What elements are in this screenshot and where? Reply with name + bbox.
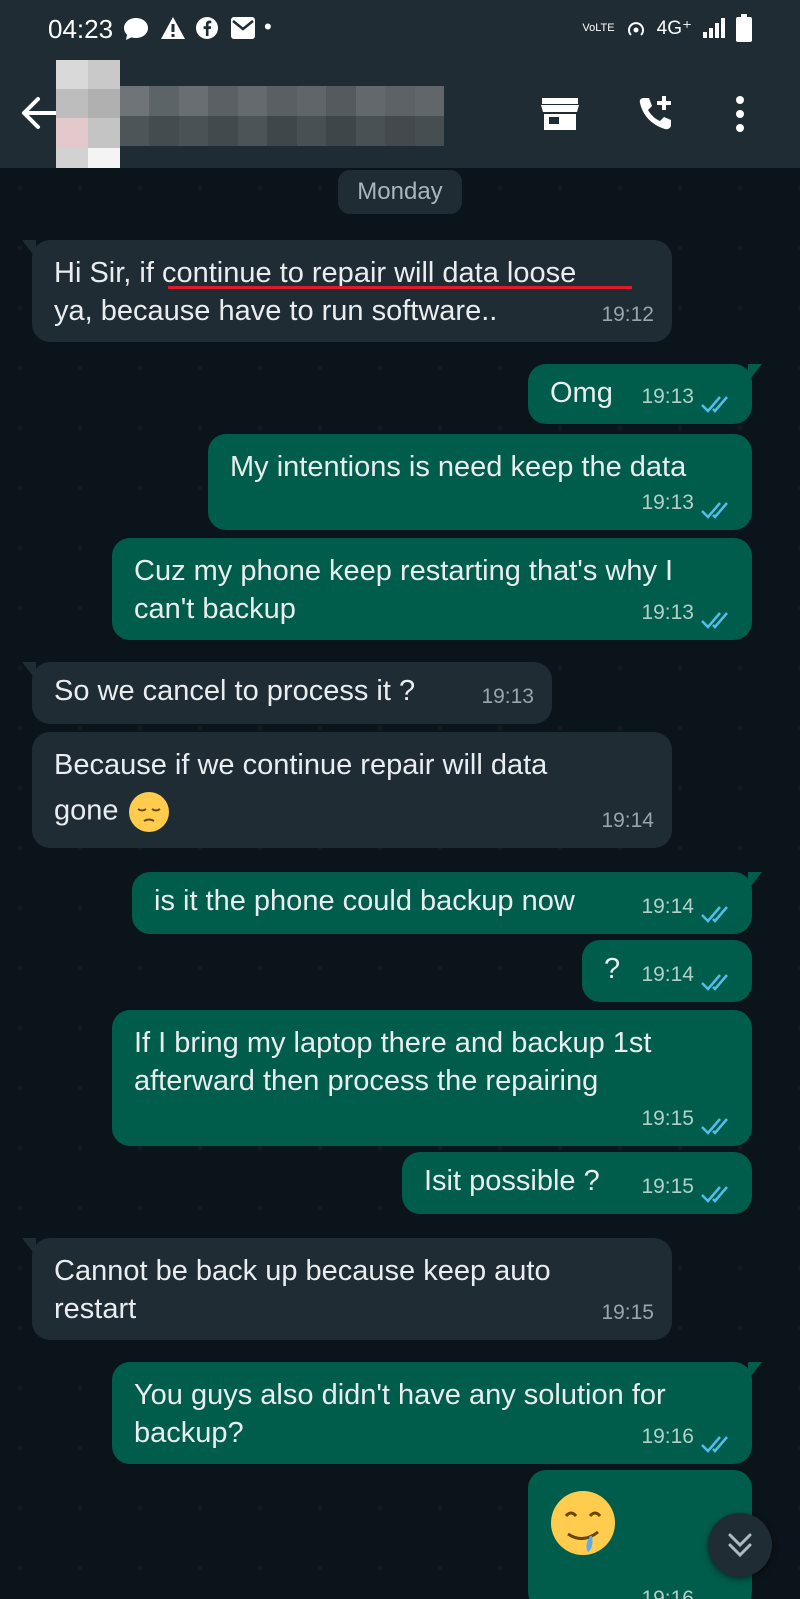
message-outgoing[interactable]: ? 19:14 (582, 940, 752, 1002)
drooling-face-emoji-icon (551, 1491, 615, 1555)
chat-header (0, 58, 800, 206)
message-incoming[interactable]: Hi Sir, if continue to repair will data … (22, 240, 672, 342)
message-text: ? (604, 953, 621, 985)
message-time: 19:13 (641, 601, 694, 624)
chat-area[interactable]: Monday Hi Sir, if continue to repair wil… (0, 168, 800, 1599)
message-time: 19:13 (641, 491, 694, 514)
message-text: Isit possible ? (424, 1165, 600, 1197)
message-time: 19:12 (601, 303, 654, 326)
message-text: Cannot be back up because keep auto rest… (54, 1255, 551, 1325)
message-outgoing[interactable]: Omg 19:13 (528, 364, 762, 424)
message-text: My intentions is need keep the data (230, 451, 687, 483)
message-time: 19:13 (641, 385, 694, 408)
message-text: Cuz my phone keep restarting that's why … (134, 555, 674, 625)
read-receipt-icon (701, 1436, 728, 1453)
scroll-to-bottom-button[interactable] (708, 1513, 772, 1577)
hotspot-icon (627, 22, 644, 36)
message-time: 19:14 (641, 963, 694, 986)
more-notifications-dot-icon: • (264, 14, 272, 39)
message-incoming[interactable]: Cannot be back up because keep auto rest… (22, 1238, 672, 1340)
message-outgoing[interactable]: You guys also didn't have any solution f… (112, 1362, 762, 1464)
volte-icon: VoLTE (582, 21, 615, 34)
status-bar: 04:23 • VoLTE 4G⁺ (0, 0, 800, 58)
message-text: Hi Sir, if continue to repair will data … (54, 257, 577, 327)
message-text: So we cancel to process it ? (54, 675, 416, 707)
message-incoming[interactable]: Because if we continue repair will data … (32, 732, 672, 848)
message-time: 19:14 (601, 809, 654, 832)
network-type: 4G⁺ (656, 17, 692, 39)
message-time: 19:16 (641, 1587, 694, 1599)
message-time: 19:15 (601, 1301, 654, 1324)
message-outgoing[interactable]: Isit possible ? 19:15 (402, 1152, 752, 1214)
status-right: VoLTE 4G⁺ (582, 14, 752, 42)
message-text: If I bring my laptop there and backup 1s… (134, 1027, 652, 1097)
read-receipt-icon (701, 974, 728, 991)
signal-icon (703, 18, 725, 38)
contact-name-redacted[interactable] (120, 86, 444, 146)
chat-notification-icon (124, 18, 148, 40)
mail-icon (231, 17, 255, 39)
date-divider: Monday (338, 170, 462, 214)
message-outgoing[interactable]: is it the phone could backup now 19:14 (132, 872, 762, 934)
message-text: Omg (550, 377, 613, 409)
message-incoming[interactable]: So we cancel to process it ? 19:13 (22, 662, 552, 724)
read-receipt-icon (701, 1118, 728, 1135)
message-outgoing[interactable]: My intentions is need keep the data 19:1… (208, 434, 752, 530)
message-text: is it the phone could backup now (154, 885, 575, 917)
store-icon[interactable] (538, 92, 582, 136)
message-time: 19:15 (641, 1175, 694, 1198)
read-receipt-icon (701, 1186, 728, 1203)
warning-icon (161, 17, 185, 39)
facebook-icon (196, 17, 218, 39)
message-text: You guys also didn't have any solution f… (134, 1379, 666, 1449)
status-time: 04:23 (48, 14, 114, 44)
message-time: 19:16 (641, 1425, 694, 1448)
read-receipt-icon (701, 396, 728, 413)
message-time: 19:13 (481, 685, 534, 708)
more-vertical-icon[interactable] (718, 92, 762, 136)
read-receipt-icon (701, 502, 728, 519)
read-receipt-icon (701, 906, 728, 923)
pensive-face-emoji-icon (128, 792, 169, 832)
message-time: 19:15 (641, 1107, 694, 1130)
battery-icon (736, 14, 752, 42)
message-outgoing[interactable]: Cuz my phone keep restarting that's why … (112, 538, 752, 640)
double-chevron-down-icon (728, 1533, 752, 1558)
red-underline-annotation (168, 286, 632, 289)
read-receipt-icon (701, 612, 728, 629)
add-call-icon[interactable] (634, 92, 678, 136)
message-time: 19:14 (641, 895, 694, 918)
message-outgoing[interactable]: If I bring my laptop there and backup 1s… (112, 1010, 752, 1146)
message-text: Because if we continue repair will data … (54, 746, 547, 834)
